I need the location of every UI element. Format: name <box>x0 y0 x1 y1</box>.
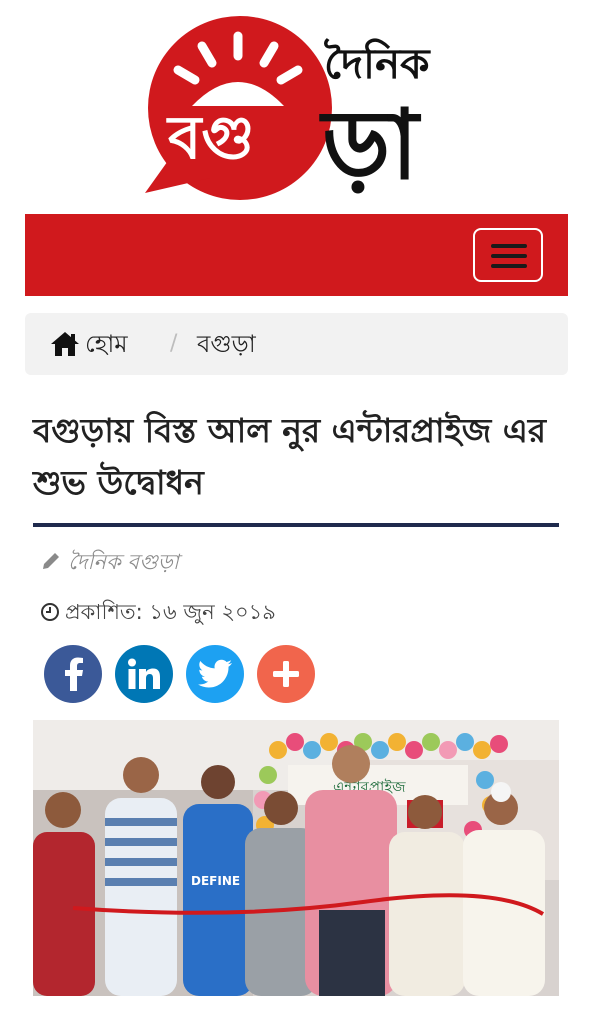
breadcrumb-current[interactable]: বগুড়া <box>197 327 256 361</box>
breadcrumb-home[interactable]: হোম <box>85 327 128 361</box>
twitter-icon <box>198 659 232 688</box>
breadcrumb-separator: / <box>170 331 178 356</box>
share-linkedin-button[interactable] <box>115 645 173 703</box>
article-photo[interactable]: এন্টারপ্রাইজ DEFINE <box>33 720 559 996</box>
linkedin-icon <box>128 658 160 689</box>
article-date: প্রকাশিত: ১৬ জুন ২০১৯ <box>40 596 276 628</box>
logo-red-text: বগু <box>166 103 255 173</box>
logo-bottom-text: ড়া <box>319 89 422 201</box>
shirt-text: DEFINE <box>191 874 240 888</box>
breadcrumb: হোম / বগুড়া <box>25 313 568 375</box>
share-more-button[interactable] <box>257 645 315 703</box>
share-twitter-button[interactable] <box>186 645 244 703</box>
article-title: বগুড়ায় বিস্ত আল নুর এন্টারপ্রাইজ এর শু… <box>33 411 547 502</box>
clock-icon <box>41 603 59 621</box>
logo-top-text: দৈনিক <box>323 38 431 88</box>
title-divider <box>33 523 559 527</box>
site-logo[interactable]: বগু দৈনিক ড়া <box>140 8 460 203</box>
navbar <box>25 214 568 296</box>
published-date: প্রকাশিত: ১৬ জুন ২০১৯ <box>65 600 276 624</box>
author-name: দৈনিক বগুড়া <box>68 550 179 574</box>
home-icon[interactable] <box>50 331 80 357</box>
article-author[interactable]: দৈনিক বগুড়া <box>40 546 179 578</box>
plus-icon <box>273 661 299 687</box>
pencil-icon <box>43 553 59 569</box>
share-facebook-button[interactable] <box>44 645 102 703</box>
hamburger-icon[interactable] <box>473 228 543 282</box>
facebook-icon <box>65 657 83 691</box>
